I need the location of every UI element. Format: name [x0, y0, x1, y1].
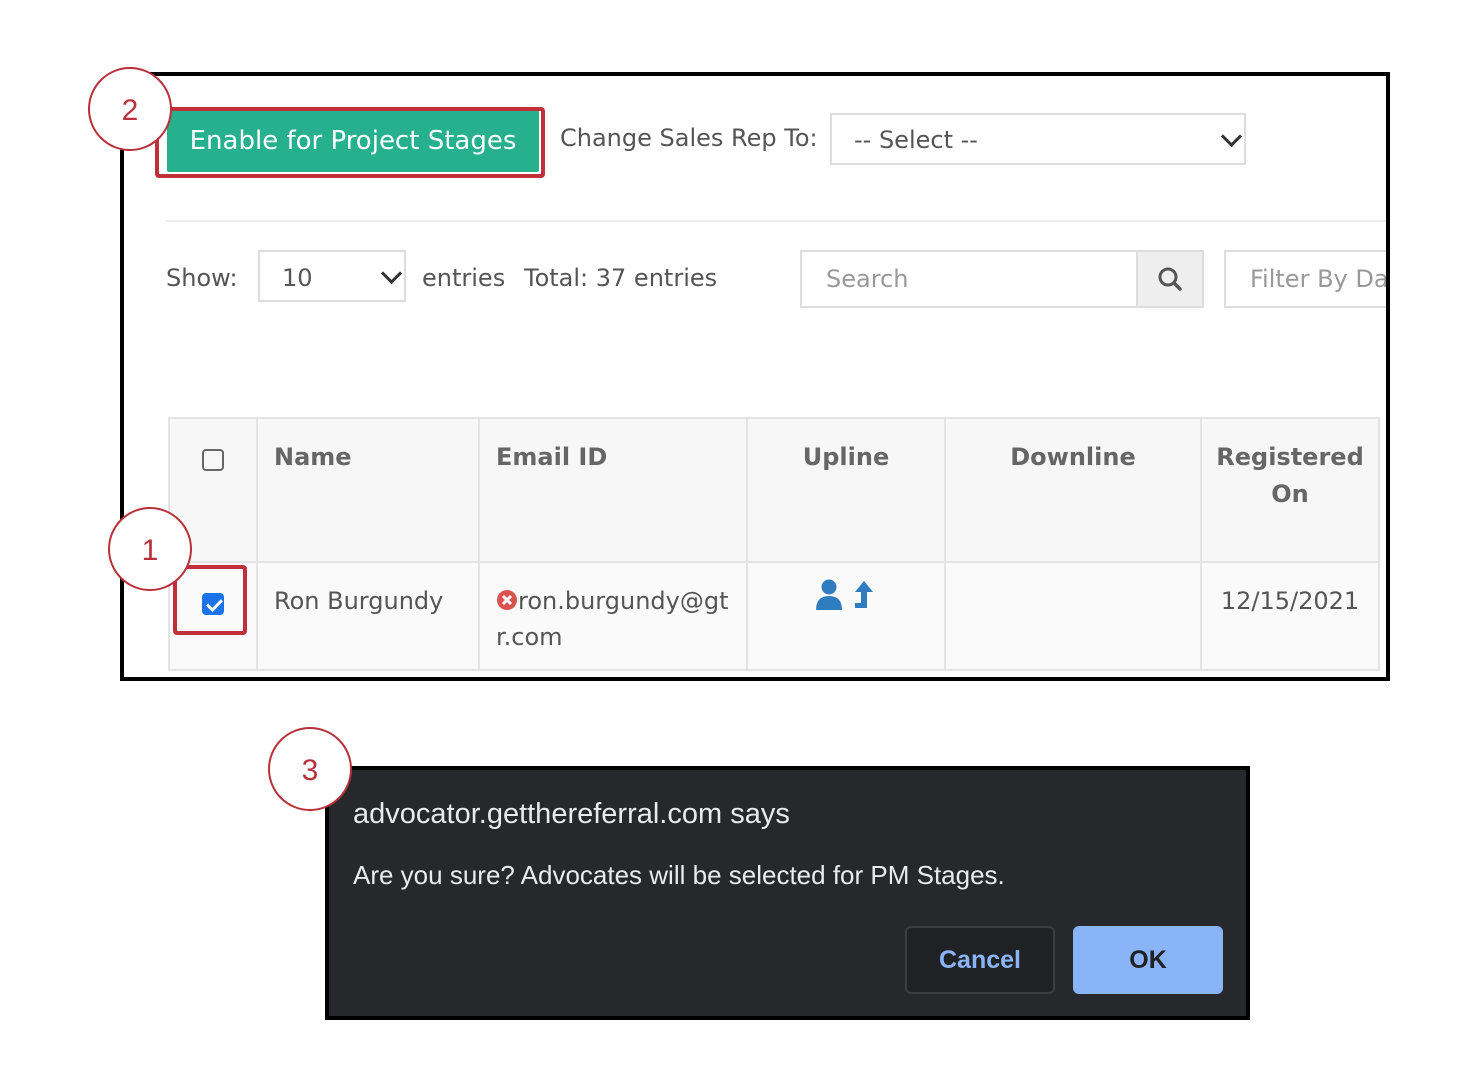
- show-label: Show:: [166, 264, 238, 292]
- upline-link[interactable]: [815, 579, 877, 617]
- name-cell: Ron Burgundy: [256, 561, 480, 671]
- entries-per-page-value: 10: [282, 264, 313, 292]
- registered-on-cell: 12/15/2021: [1200, 561, 1380, 671]
- user-icon: [816, 579, 843, 610]
- entries-label: entries: [422, 264, 506, 292]
- chevron-down-icon: [380, 262, 403, 285]
- arrow-up-icon: [854, 581, 873, 608]
- chevron-down-icon: [1220, 125, 1243, 148]
- entries-per-page-select[interactable]: 10: [258, 250, 406, 302]
- header-downline[interactable]: Downline: [944, 417, 1202, 563]
- downline-cell: [944, 561, 1202, 671]
- search-box: [800, 250, 1204, 308]
- sales-rep-select[interactable]: -- Select --: [830, 113, 1246, 165]
- enable-button-highlight: [155, 107, 545, 178]
- sales-rep-select-value: -- Select --: [854, 126, 978, 154]
- callout-3: 3: [268, 727, 352, 811]
- checkbox-highlight: [173, 565, 247, 635]
- error-circle-icon: [497, 590, 517, 610]
- search-icon: [1158, 267, 1182, 291]
- dialog-title: advocator.getthereferral.com says: [353, 798, 790, 830]
- select-all-checkbox[interactable]: [202, 449, 224, 471]
- total-entries-label: Total: 37 entries: [524, 264, 718, 292]
- search-button[interactable]: [1136, 252, 1202, 306]
- divider: [166, 220, 1386, 222]
- cancel-button[interactable]: Cancel: [905, 926, 1055, 994]
- header-registered-on[interactable]: Registered On: [1200, 417, 1380, 563]
- table-header-row: Name Email ID Upline Downline Registered…: [168, 417, 1380, 563]
- change-sales-rep-label: Change Sales Rep To:: [560, 124, 818, 152]
- filter-by-date-box: [1224, 250, 1386, 308]
- advocates-table: Name Email ID Upline Downline Registered…: [168, 417, 1380, 671]
- header-upline[interactable]: Upline: [746, 417, 946, 563]
- header-name[interactable]: Name: [256, 417, 480, 563]
- header-email[interactable]: Email ID: [478, 417, 748, 563]
- confirm-dialog: advocator.getthereferral.com says Are yo…: [325, 766, 1250, 1020]
- callout-2: 2: [88, 67, 172, 151]
- email-text: ron.burgundy@gtr.com: [496, 587, 729, 651]
- email-cell: ron.burgundy@gtr.com: [478, 561, 748, 671]
- upline-cell: [746, 561, 946, 671]
- callout-1: 1: [108, 507, 192, 591]
- dialog-message: Are you sure? Advocates will be selected…: [353, 860, 1005, 890]
- search-input[interactable]: [802, 252, 1140, 306]
- table-row: Ron Burgundy ron.burgundy@gtr.com 12/15/…: [168, 561, 1380, 671]
- filter-by-date-input[interactable]: [1226, 252, 1386, 306]
- ok-button[interactable]: OK: [1073, 926, 1223, 994]
